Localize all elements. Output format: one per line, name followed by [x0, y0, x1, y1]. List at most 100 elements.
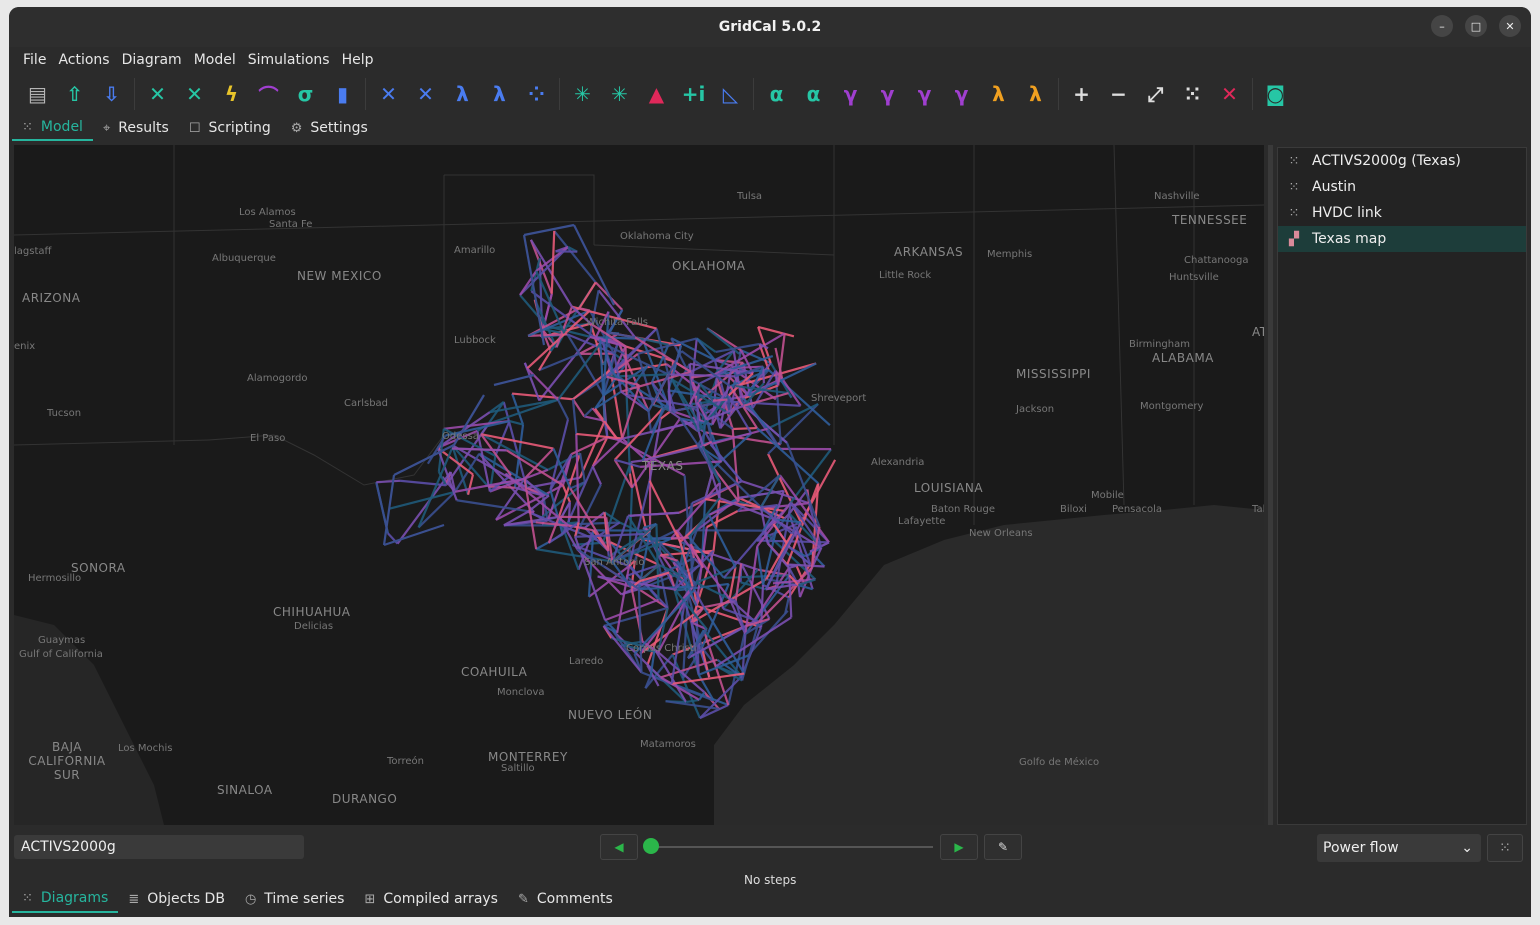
results-type-select[interactable]: Power flow ⌄ — [1317, 834, 1481, 862]
expand-icon[interactable]: ⤢ — [1137, 78, 1174, 110]
map-place-label: Saltillo — [501, 763, 535, 774]
power-flow-icon[interactable]: ✕ — [139, 78, 176, 110]
state-border — [593, 244, 835, 256]
menu-simulations[interactable]: Simulations — [242, 52, 336, 68]
transmission-line — [591, 465, 602, 485]
map-place-label: Birmingham — [1129, 339, 1190, 350]
sigma-icon[interactable]: σ — [287, 78, 324, 110]
results-type-value: Power flow — [1323, 840, 1399, 856]
tab-label: Diagrams — [40, 890, 109, 906]
add-icon[interactable]: + — [1063, 78, 1100, 110]
gamma-light-icon[interactable]: γ — [906, 78, 943, 110]
minimize-button[interactable]: – — [1431, 15, 1453, 37]
transmission-line — [757, 325, 795, 338]
map-place-label: SINALOA — [217, 783, 273, 797]
map-place-label: MONTERREY — [488, 750, 568, 764]
tab-label: Comments — [536, 891, 613, 907]
state-border — [444, 174, 595, 245]
map-diagram-icon: ▞ — [1289, 231, 1299, 247]
clustering-icon[interactable]: ⁘ — [518, 78, 555, 110]
transmission-line — [488, 398, 559, 425]
diagram-list-item[interactable]: ▞ Texas map — [1278, 226, 1526, 252]
map-settings-icon[interactable]: ◙ — [1257, 78, 1294, 110]
optimal-power-flow-icon[interactable]: ✕ — [176, 78, 213, 110]
diagram-settings-button[interactable]: ⁙ — [1487, 834, 1523, 862]
bar-chart-icon[interactable]: ▮ — [324, 78, 361, 110]
plus-i-icon[interactable]: +i — [675, 78, 712, 110]
grid-name-input[interactable] — [14, 835, 304, 859]
tab-label: Objects DB — [147, 891, 225, 907]
lambda-orange-icon[interactable]: λ — [980, 78, 1017, 110]
time-slider-track[interactable] — [651, 846, 933, 848]
tab-diagrams[interactable]: ⁙ Diagrams — [12, 885, 119, 913]
atc-ts-icon[interactable]: ✳ — [601, 78, 638, 110]
map-canvas[interactable] — [14, 145, 1264, 825]
menu-model[interactable]: Model — [188, 52, 242, 68]
upload-icon[interactable]: ⇧ — [56, 78, 93, 110]
chevron-down-icon: ⌄ — [1461, 840, 1473, 856]
previous-step-button[interactable]: ◀ — [600, 834, 638, 860]
menu-diagram[interactable]: Diagram — [116, 52, 188, 68]
lambda-bar-icon[interactable]: λ — [481, 78, 518, 110]
maximize-button[interactable]: □ — [1465, 15, 1487, 37]
tab-compiled-arrays[interactable]: ⊞ Compiled arrays — [354, 885, 508, 913]
line-chart-icon[interactable]: ◺ — [712, 78, 749, 110]
time-series-opf-icon[interactable]: ✕ — [407, 78, 444, 110]
gamma-dark-icon[interactable]: γ — [869, 78, 906, 110]
delete-icon[interactable]: ✕ — [1211, 78, 1248, 110]
transmission-line — [756, 427, 819, 485]
lambda-orange-bar-icon[interactable]: λ — [1017, 78, 1054, 110]
download-icon[interactable]: ⇩ — [93, 78, 130, 110]
diagram-list-item[interactable]: ⁙ HVDC link — [1278, 200, 1526, 226]
close-window-button[interactable]: ✕ — [1499, 15, 1521, 37]
tab-settings[interactable]: ⚙ Settings — [281, 115, 378, 141]
short-circuit-icon[interactable]: ϟ — [213, 78, 250, 110]
toolbar-group: + − ⤢ ⁙ ✕ — [1059, 78, 1253, 110]
time-slider-handle[interactable] — [643, 838, 659, 854]
toolbar-group: ✕ ✕ λ λ ⁘ — [366, 78, 560, 110]
menu-file[interactable]: File — [17, 52, 52, 68]
gamma-icon[interactable]: γ — [832, 78, 869, 110]
map-place-label: Corpus Christi — [626, 643, 697, 654]
transmission-line — [383, 523, 445, 547]
edit-steps-button[interactable]: ✎ — [984, 834, 1022, 860]
transmission-line — [670, 536, 690, 540]
atc-icon[interactable]: ✳ — [564, 78, 601, 110]
new-file-icon[interactable]: ▤ — [19, 78, 56, 110]
objects-db-icon: ≣ — [128, 891, 140, 907]
tab-comments[interactable]: ✎ Comments — [508, 885, 623, 913]
time-series-pf-icon[interactable]: ✕ — [370, 78, 407, 110]
gamma-bar-icon[interactable]: γ — [943, 78, 980, 110]
alpha-icon[interactable]: α — [758, 78, 795, 110]
diagram-list-item[interactable]: ⁙ ACTIVS2000g (Texas) — [1278, 148, 1526, 174]
map-place-label: Santa Fe — [269, 219, 313, 230]
tab-model[interactable]: ⁙ Model — [12, 115, 93, 141]
lambda-icon[interactable]: λ — [444, 78, 481, 110]
texas-map-diagram[interactable]: Los Alamos Santa Fe Albuquerque NEW MEXICO A… — [14, 145, 1264, 825]
map-place-label: TENNESSEE — [1172, 213, 1248, 227]
transmission-line — [578, 281, 597, 309]
alpha-bar-icon[interactable]: α — [795, 78, 832, 110]
title-bar: GridCal 5.0.2 – □ ✕ — [9, 7, 1531, 47]
diagram-list-item[interactable]: ⁙ Austin — [1278, 174, 1526, 200]
transmission-line — [696, 402, 700, 432]
tab-objects-db[interactable]: ≣ Objects DB — [118, 885, 235, 913]
triangle-icon[interactable]: ▲ — [638, 78, 675, 110]
curve-icon[interactable]: ⌒ — [250, 78, 287, 110]
panel-splitter[interactable] — [1268, 145, 1273, 825]
bus-branch-diagram-icon: ⁙ — [1288, 153, 1300, 169]
map-place-label: CHIHUAHUA — [273, 605, 351, 619]
map-place-label: New Orleans — [969, 528, 1033, 539]
next-step-button[interactable]: ▶ — [940, 834, 978, 860]
bottom-tab-bar: ⁙ Diagrams ≣ Objects DB ◷ Time series ⊞ Compile… — [12, 885, 623, 913]
menu-help[interactable]: Help — [336, 52, 380, 68]
tab-time-series[interactable]: ◷ Time series — [235, 885, 355, 913]
remove-icon[interactable]: − — [1100, 78, 1137, 110]
tab-results[interactable]: ⌖ Results — [93, 115, 179, 141]
transmission-line — [625, 394, 632, 474]
network-icon[interactable]: ⁙ — [1174, 78, 1211, 110]
map-place-label: Baton Rouge — [931, 504, 995, 515]
menu-actions[interactable]: Actions — [52, 52, 115, 68]
map-place-label: NUEVO LEÓN — [568, 708, 653, 722]
tab-scripting[interactable]: ☐ Scripting — [179, 115, 281, 141]
